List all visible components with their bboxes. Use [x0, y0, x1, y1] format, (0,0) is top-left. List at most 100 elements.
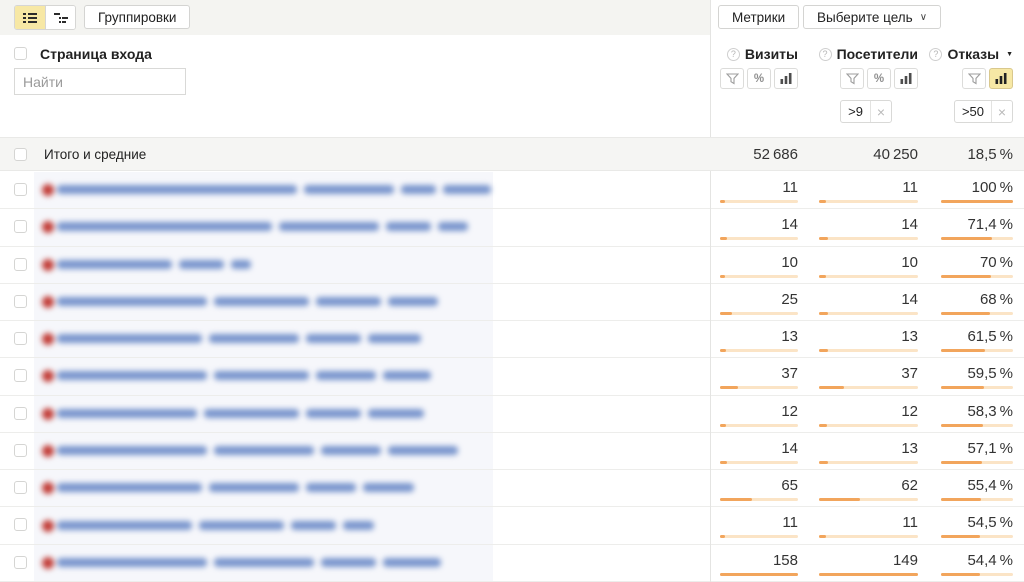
blurred-text-chunk [199, 521, 284, 530]
blurred-text-chunk [214, 371, 309, 380]
blurred-text-chunk [57, 558, 207, 567]
percent-toggle-button[interactable]: % [867, 68, 891, 89]
visits-value: 14 [781, 216, 798, 233]
list-view-button[interactable] [15, 6, 45, 29]
visitors-cell: 11 [819, 507, 918, 543]
select-all-checkbox[interactable] [14, 47, 27, 60]
blurred-url-text [34, 470, 493, 506]
entry-page-link-blurred[interactable] [34, 396, 493, 432]
bar-chart-toggle-button[interactable] [774, 68, 798, 89]
bar-chart-toggle-button[interactable] [894, 68, 918, 89]
bounce-bar [941, 424, 1013, 427]
entry-page-link-blurred[interactable] [34, 507, 493, 543]
blurred-text-chunk [306, 409, 361, 418]
row-checkbox[interactable] [14, 183, 27, 196]
blurred-text-chunk [291, 521, 336, 530]
entry-page-link-blurred[interactable] [34, 433, 493, 469]
row-checkbox[interactable] [14, 258, 27, 271]
blurred-url-text [34, 172, 493, 208]
column-label-visitors[interactable]: Посетители [837, 46, 918, 62]
visits-bar [720, 498, 798, 501]
visitors-bar [819, 312, 918, 315]
bounce-cell: 54,4 % [941, 545, 1013, 581]
sort-desc-icon: ▼ [1006, 51, 1013, 58]
blurred-text-chunk [401, 185, 436, 194]
entry-page-link-blurred[interactable] [34, 321, 493, 357]
column-label-bounce[interactable]: Отказы [947, 46, 999, 62]
visits-bar [720, 275, 798, 278]
visitors-cell: 12 [819, 396, 918, 432]
help-icon[interactable]: ? [727, 48, 740, 61]
visitors-value: 12 [901, 403, 918, 420]
visits-value: 12 [781, 403, 798, 420]
row-checkbox[interactable] [14, 332, 27, 345]
entry-page-link-blurred[interactable] [34, 247, 493, 283]
entry-page-link-blurred[interactable] [34, 172, 493, 208]
blurred-text-chunk [306, 483, 356, 492]
favicon-icon [42, 296, 54, 308]
blurred-text-chunk [388, 297, 438, 306]
percent-icon: % [754, 73, 764, 85]
row-checkbox[interactable] [14, 407, 27, 420]
entry-page-link-blurred[interactable] [34, 470, 493, 506]
filter-chip-value: >9 [841, 101, 870, 122]
help-icon[interactable]: ? [819, 48, 832, 61]
blurred-text-chunk [368, 334, 421, 343]
view-switcher [14, 5, 76, 30]
filter-button[interactable] [962, 68, 986, 89]
filter-chip-bounce: >50 × [954, 100, 1013, 123]
column-label-visits[interactable]: Визиты [745, 46, 798, 62]
visitors-cell: 62 [819, 470, 918, 506]
close-icon[interactable]: × [991, 101, 1012, 122]
row-checkbox[interactable] [14, 481, 27, 494]
entry-page-link-blurred[interactable] [34, 209, 493, 245]
blurred-text-chunk [443, 185, 491, 194]
bounce-cell: 59,5 % [941, 358, 1013, 394]
totals-checkbox[interactable] [14, 148, 27, 161]
visitors-bar [819, 461, 918, 464]
visitors-value: 149 [893, 552, 918, 569]
blurred-text-chunk [383, 558, 441, 567]
bounce-value: 57,1 % [967, 440, 1013, 457]
totals-row: Итого и средние 52 686 40 250 18,5 % [0, 137, 1024, 171]
metrica-report-page: Группировки Метрики Выберите цель ∨ Стра… [0, 0, 1024, 582]
entry-page-link-blurred[interactable] [34, 545, 493, 581]
close-icon[interactable]: × [870, 101, 891, 122]
visitors-bar [819, 200, 918, 203]
blurred-url-text [34, 545, 493, 581]
blurred-url-text [34, 507, 493, 543]
blurred-text-chunk [321, 558, 376, 567]
percent-toggle-button[interactable]: % [747, 68, 771, 89]
tree-view-button[interactable] [45, 6, 75, 29]
visits-bar [720, 200, 798, 203]
visitors-value: 62 [901, 477, 918, 494]
visitors-bar [819, 237, 918, 240]
favicon-icon [42, 370, 54, 382]
search-input[interactable] [14, 68, 186, 95]
bounce-value: 54,5 % [967, 514, 1013, 531]
row-checkbox[interactable] [14, 518, 27, 531]
bar-chart-toggle-button[interactable] [989, 68, 1013, 89]
row-checkbox[interactable] [14, 220, 27, 233]
visitors-cell: 13 [819, 433, 918, 469]
row-checkbox[interactable] [14, 444, 27, 457]
entry-page-link-blurred[interactable] [34, 284, 493, 320]
entry-page-link-blurred[interactable] [34, 358, 493, 394]
bounce-bar [941, 237, 1013, 240]
visitors-bar [819, 535, 918, 538]
table-row: 13 13 61,5 % [0, 321, 1024, 358]
row-checkbox[interactable] [14, 556, 27, 569]
bounce-cell: 70 % [941, 247, 1013, 283]
row-checkbox[interactable] [14, 369, 27, 382]
bounce-value: 68 % [980, 291, 1013, 308]
visits-value: 13 [781, 328, 798, 345]
visits-cell: 11 [720, 172, 798, 208]
table-row: 11 11 100 % [0, 172, 1024, 209]
blurred-text-chunk [57, 521, 192, 530]
help-icon[interactable]: ? [929, 48, 942, 61]
blurred-text-chunk [363, 483, 414, 492]
groupings-button[interactable]: Группировки [84, 5, 190, 29]
filter-button[interactable] [720, 68, 744, 89]
filter-button[interactable] [840, 68, 864, 89]
row-checkbox[interactable] [14, 295, 27, 308]
